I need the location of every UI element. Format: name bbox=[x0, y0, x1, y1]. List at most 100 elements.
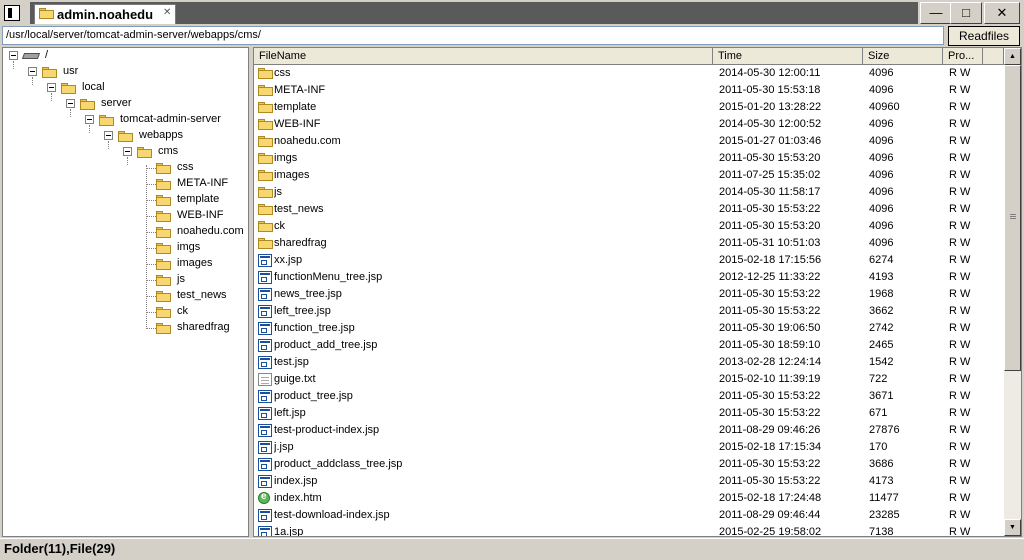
app-menu-icon[interactable] bbox=[4, 5, 20, 21]
cell-size: 4193 bbox=[869, 271, 894, 283]
tree-node-webapps[interactable]: webapps bbox=[3, 128, 243, 144]
column-header-pro[interactable]: Pro... bbox=[943, 48, 983, 65]
cell-permission: R W bbox=[949, 305, 971, 317]
table-row[interactable]: news_tree.jsp 2011-05-30 15:53:22 1968 R W bbox=[254, 286, 1004, 303]
tree-node-cms[interactable]: cms bbox=[3, 144, 243, 160]
folder-icon bbox=[258, 102, 273, 113]
folder-icon bbox=[137, 147, 152, 158]
tree-node-child[interactable]: WEB-INF bbox=[3, 208, 243, 224]
table-row[interactable]: imgs 2011-05-30 15:53:20 4096 R W bbox=[254, 150, 1004, 167]
cell-size: 27876 bbox=[869, 424, 900, 436]
table-row[interactable]: function_tree.jsp 2011-05-30 19:06:50 2742… bbox=[254, 320, 1004, 337]
tree-node-child[interactable]: images bbox=[3, 256, 243, 272]
cell-permission: R W bbox=[949, 84, 971, 96]
cell-size: 671 bbox=[869, 407, 888, 419]
table-row[interactable]: test-product-index.jsp 2011-08-29 09:46:2… bbox=[254, 422, 1004, 439]
table-row[interactable]: WEB-INF 2014-05-30 12:00:52 4096 R W bbox=[254, 116, 1004, 133]
cell-filename: css bbox=[274, 67, 291, 79]
cell-permission: R W bbox=[949, 407, 971, 419]
readfiles-button[interactable]: Readfiles bbox=[948, 26, 1020, 46]
scroll-thumb[interactable] bbox=[1004, 65, 1021, 371]
collapse-icon[interactable] bbox=[104, 131, 113, 140]
table-row[interactable]: functionMenu_tree.jsp 2012-12-25 11:33:22… bbox=[254, 269, 1004, 286]
table-row[interactable]: noahedu.com 2015-01-27 01:03:46 4096 R W bbox=[254, 133, 1004, 150]
folder-icon bbox=[258, 153, 273, 164]
jsp-file-icon bbox=[258, 339, 272, 352]
tree-node-child[interactable]: sharedfrag bbox=[3, 320, 243, 336]
tree-node-root[interactable]: / bbox=[3, 48, 243, 64]
table-row[interactable]: left.jsp 2011-05-30 15:53:22 671 R W bbox=[254, 405, 1004, 422]
folder-icon bbox=[80, 99, 95, 110]
collapse-icon[interactable] bbox=[9, 51, 18, 60]
tab-close-icon[interactable]: ✕ bbox=[163, 7, 171, 18]
table-row[interactable]: ck 2011-05-30 15:53:20 4096 R W bbox=[254, 218, 1004, 235]
cell-time: 2011-05-30 15:53:22 bbox=[719, 407, 821, 419]
tree-node-child[interactable]: css bbox=[3, 160, 243, 176]
collapse-icon[interactable] bbox=[66, 99, 75, 108]
column-header-time[interactable]: Time bbox=[713, 48, 863, 65]
tree-node-child[interactable]: test_news bbox=[3, 288, 243, 304]
table-row[interactable]: guige.txt 2015-02-10 11:39:19 722 R W bbox=[254, 371, 1004, 388]
tree-node-child[interactable]: template bbox=[3, 192, 243, 208]
cell-filename: product_add_tree.jsp bbox=[274, 339, 378, 351]
tree-node-server[interactable]: server bbox=[3, 96, 243, 112]
folder-icon bbox=[156, 323, 171, 334]
cell-filename: noahedu.com bbox=[274, 135, 341, 147]
table-row[interactable]: xx.jsp 2015-02-18 17:15:56 6274 R W bbox=[254, 252, 1004, 269]
table-row[interactable]: left_tree.jsp 2011-05-30 15:53:22 3662 R W bbox=[254, 303, 1004, 320]
vertical-scrollbar[interactable]: ▲ ▼ bbox=[1004, 48, 1021, 536]
cell-filename: test-download-index.jsp bbox=[274, 509, 390, 521]
folder-icon bbox=[156, 211, 171, 222]
folder-icon bbox=[156, 307, 171, 318]
cell-size: 2742 bbox=[869, 322, 894, 334]
cell-permission: R W bbox=[949, 526, 971, 537]
table-row[interactable]: test.jsp 2013-02-28 12:24:14 1542 R W bbox=[254, 354, 1004, 371]
table-row[interactable]: index.htm 2015-02-18 17:24:48 11477 R W bbox=[254, 490, 1004, 507]
cell-filename: functionMenu_tree.jsp bbox=[274, 271, 383, 283]
table-row[interactable]: j.jsp 2015-02-18 17:15:34 170 R W bbox=[254, 439, 1004, 456]
cell-permission: R W bbox=[949, 339, 971, 351]
table-row[interactable]: css 2014-05-30 12:00:11 4096 R W bbox=[254, 65, 1004, 82]
tree-node-tomcat-admin-server[interactable]: tomcat-admin-server bbox=[3, 112, 243, 128]
close-button[interactable]: ✕ bbox=[984, 2, 1020, 24]
tree-node-usr[interactable]: usr bbox=[3, 64, 243, 80]
tree-node-child[interactable]: imgs bbox=[3, 240, 243, 256]
column-header-size[interactable]: Size bbox=[863, 48, 943, 65]
folder-icon bbox=[156, 259, 171, 270]
table-row[interactable]: META-INF 2011-05-30 15:53:18 4096 R W bbox=[254, 82, 1004, 99]
cell-filename: test.jsp bbox=[274, 356, 309, 368]
table-row[interactable]: product_addclass_tree.jsp 2011-05-30 15:5… bbox=[254, 456, 1004, 473]
maximize-button[interactable]: □ bbox=[950, 2, 982, 24]
tree-node-child[interactable]: ck bbox=[3, 304, 243, 320]
cell-size: 23285 bbox=[869, 509, 900, 521]
cell-filename: index.htm bbox=[274, 492, 322, 504]
scroll-up-button[interactable]: ▲ bbox=[1004, 48, 1021, 65]
tree-node-child[interactable]: META-INF bbox=[3, 176, 243, 192]
table-row[interactable]: product_add_tree.jsp 2011-05-30 18:59:10 2… bbox=[254, 337, 1004, 354]
table-row[interactable]: images 2011-07-25 15:35:02 4096 R W bbox=[254, 167, 1004, 184]
minimize-button[interactable]: — bbox=[920, 2, 952, 24]
collapse-icon[interactable] bbox=[85, 115, 94, 124]
column-header-filename[interactable]: FileName bbox=[254, 48, 713, 65]
table-row[interactable]: test-download-index.jsp 2011-08-29 09:46:… bbox=[254, 507, 1004, 524]
table-row[interactable]: product_tree.jsp 2011-05-30 15:53:22 3671 R… bbox=[254, 388, 1004, 405]
scroll-down-button[interactable]: ▼ bbox=[1004, 519, 1021, 536]
table-row[interactable]: template 2015-01-20 13:28:22 40960 R W bbox=[254, 99, 1004, 116]
tree-node-child[interactable]: js bbox=[3, 272, 243, 288]
table-row[interactable]: 1a.jsp 2015-02-25 19:58:02 7138 R W bbox=[254, 524, 1004, 537]
table-row[interactable]: js 2014-05-30 11:58:17 4096 R W bbox=[254, 184, 1004, 201]
folder-icon bbox=[156, 291, 171, 302]
tab-admin-noahedu[interactable]: admin.noahedu.c ✕ bbox=[34, 4, 176, 24]
collapse-icon[interactable] bbox=[47, 83, 56, 92]
cell-permission: R W bbox=[949, 67, 971, 79]
jsp-file-icon bbox=[258, 305, 272, 318]
collapse-icon[interactable] bbox=[123, 147, 132, 156]
table-row[interactable]: test_news 2011-05-30 15:53:22 4096 R W bbox=[254, 201, 1004, 218]
table-row[interactable]: index.jsp 2011-05-30 15:53:22 4173 R W bbox=[254, 473, 1004, 490]
tree-node-child[interactable]: noahedu.com bbox=[3, 224, 244, 240]
tree-node-label: webapps bbox=[139, 129, 184, 141]
tree-node-local[interactable]: local bbox=[3, 80, 243, 96]
table-row[interactable]: sharedfrag 2011-05-31 10:51:03 4096 R W bbox=[254, 235, 1004, 252]
path-input[interactable]: /usr/local/server/tomcat-admin-server/we… bbox=[2, 26, 944, 45]
collapse-icon[interactable] bbox=[28, 67, 37, 76]
